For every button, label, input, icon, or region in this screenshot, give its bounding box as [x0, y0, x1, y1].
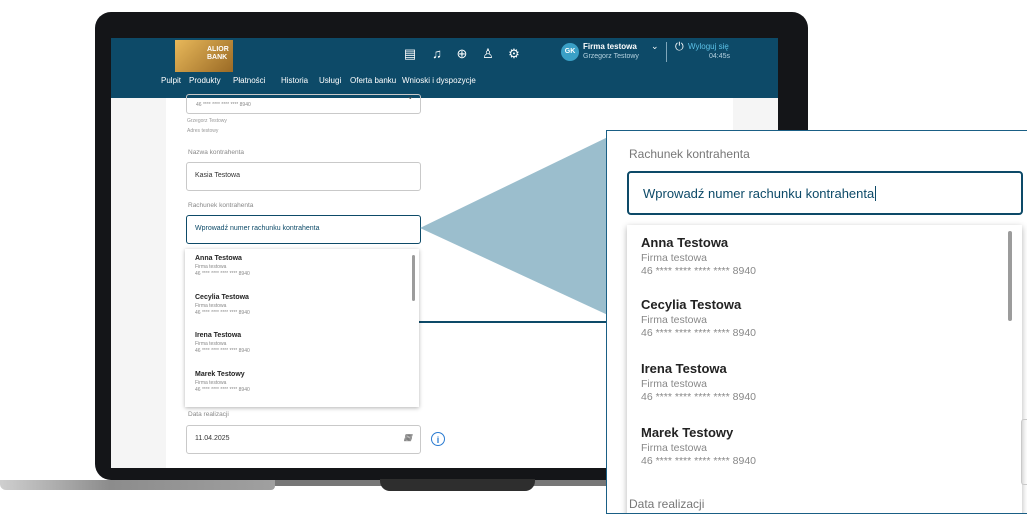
app-header: ALIOR BANK ▤ ♫ ⊕ ♙ ⚙ GK Firma testowa Grz… — [111, 38, 778, 98]
date-value: 11.04.2025 — [195, 435, 230, 442]
document-icon[interactable]: ▤ — [402, 46, 418, 62]
header-divider — [666, 42, 667, 62]
power-icon[interactable]: ⏻ — [675, 41, 684, 54]
user-name: Grzegorz Testowy — [583, 53, 639, 60]
laptop-base-edge — [0, 480, 275, 490]
download-icon[interactable]: ⊕ — [454, 46, 470, 62]
payee-account-input[interactable]: Wprowadź numer rachunku kontrahenta — [186, 215, 421, 244]
suggestion-dropdown: Anna Testowa Firma testowa 46 **** **** **… — [185, 249, 419, 407]
payee-account-label: Rachunek kontrahenta — [188, 202, 254, 209]
suggestion-item[interactable]: Anna Testowa Firma testowa 46 **** **** **… — [641, 235, 756, 277]
suggestion-item[interactable]: Marek Testowy Firma testowa 46 **** **** *… — [641, 425, 756, 467]
logout-link[interactable]: Wyloguj się — [688, 42, 729, 51]
bell-icon[interactable]: ♫ — [429, 46, 445, 62]
suggestion-item[interactable]: Marek Testowy Firma testowa 46 **** **** *… — [195, 371, 250, 393]
zoom-panel: Rachunek kontrahenta Wprowadź numer rach… — [606, 130, 1027, 514]
nav-item-produkty[interactable]: Produkty — [189, 76, 221, 85]
source-account-number: 46 **** **** **** **** 8940 — [196, 102, 251, 108]
bank-logo-text: ALIOR BANK — [207, 46, 229, 61]
nav-item-uslugi[interactable]: Usługi — [319, 76, 341, 85]
chevron-down-icon: ⌄ — [406, 91, 414, 101]
company-name[interactable]: Firma testowa — [583, 42, 637, 51]
sender-address: Adres testowy — [187, 128, 219, 134]
nav-item-historia[interactable]: Historia — [281, 76, 308, 85]
chevron-down-icon[interactable]: ⌄ — [651, 41, 659, 52]
text-cursor — [875, 186, 877, 201]
zoom-connector — [420, 136, 610, 316]
calendar-icon[interactable]: ▦ — [403, 432, 412, 443]
payee-name-label: Nazwa kontrahenta — [188, 149, 245, 156]
info-icon[interactable]: i — [431, 432, 445, 446]
sender-name: Grzegorz Testowy — [187, 118, 227, 124]
date-label: Data realizacji — [188, 411, 229, 418]
nav-item-platnosci[interactable]: Płatności — [233, 76, 265, 85]
dropdown-scrollbar[interactable] — [412, 255, 415, 301]
zoom-account-input[interactable]: Wprowadź numer rachunku kontrahenta — [627, 171, 1023, 215]
source-account-select[interactable]: 46 **** **** **** **** 8940 ⌄ — [186, 91, 421, 114]
user-icon[interactable]: ♙ — [480, 46, 496, 62]
nav-item-wnioski[interactable]: Wnioski i dyspozycje — [402, 76, 476, 85]
laptop-notch — [380, 479, 535, 491]
zoom-account-placeholder: Wprowadź numer rachunku kontrahenta — [643, 186, 877, 201]
suggestion-item[interactable]: Cecylia Testowa Firma testowa 46 **** ****… — [195, 294, 250, 316]
suggestion-item[interactable]: Cecylia Testowa Firma testowa 46 **** ****… — [641, 297, 756, 339]
avatar[interactable]: GK — [561, 43, 579, 61]
zoom-dropdown-scrollbar[interactable] — [1008, 231, 1012, 321]
date-input[interactable]: 11.04.2025 ▦ — [186, 425, 421, 454]
suggestion-item[interactable]: Anna Testowa Firma testowa 46 **** **** **… — [195, 255, 250, 277]
suggestion-item[interactable]: Irena Testowa Firma testowa 46 **** **** *… — [641, 361, 756, 403]
zoom-suggestion-dropdown: Anna Testowa Firma testowa 46 **** **** **… — [627, 225, 1022, 513]
nav-item-oferta-banku[interactable]: Oferta banku — [350, 76, 396, 85]
payee-account-placeholder: Wprowadź numer rachunku kontrahenta — [195, 225, 320, 232]
zoom-date-label: Data realizacji — [629, 497, 705, 511]
zoom-field-edge — [1021, 419, 1027, 485]
suggestion-item[interactable]: Irena Testowa Firma testowa 46 **** **** *… — [195, 332, 250, 354]
payee-name-input[interactable]: Kasia Testowa — [186, 162, 421, 191]
gear-icon[interactable]: ⚙ — [506, 46, 522, 62]
payee-name-value: Kasia Testowa — [195, 172, 241, 179]
nav-item-pulpit[interactable]: Pulpit — [161, 76, 181, 85]
zoom-account-label: Rachunek kontrahenta — [629, 147, 750, 161]
session-timer: 04:45s — [709, 53, 731, 60]
